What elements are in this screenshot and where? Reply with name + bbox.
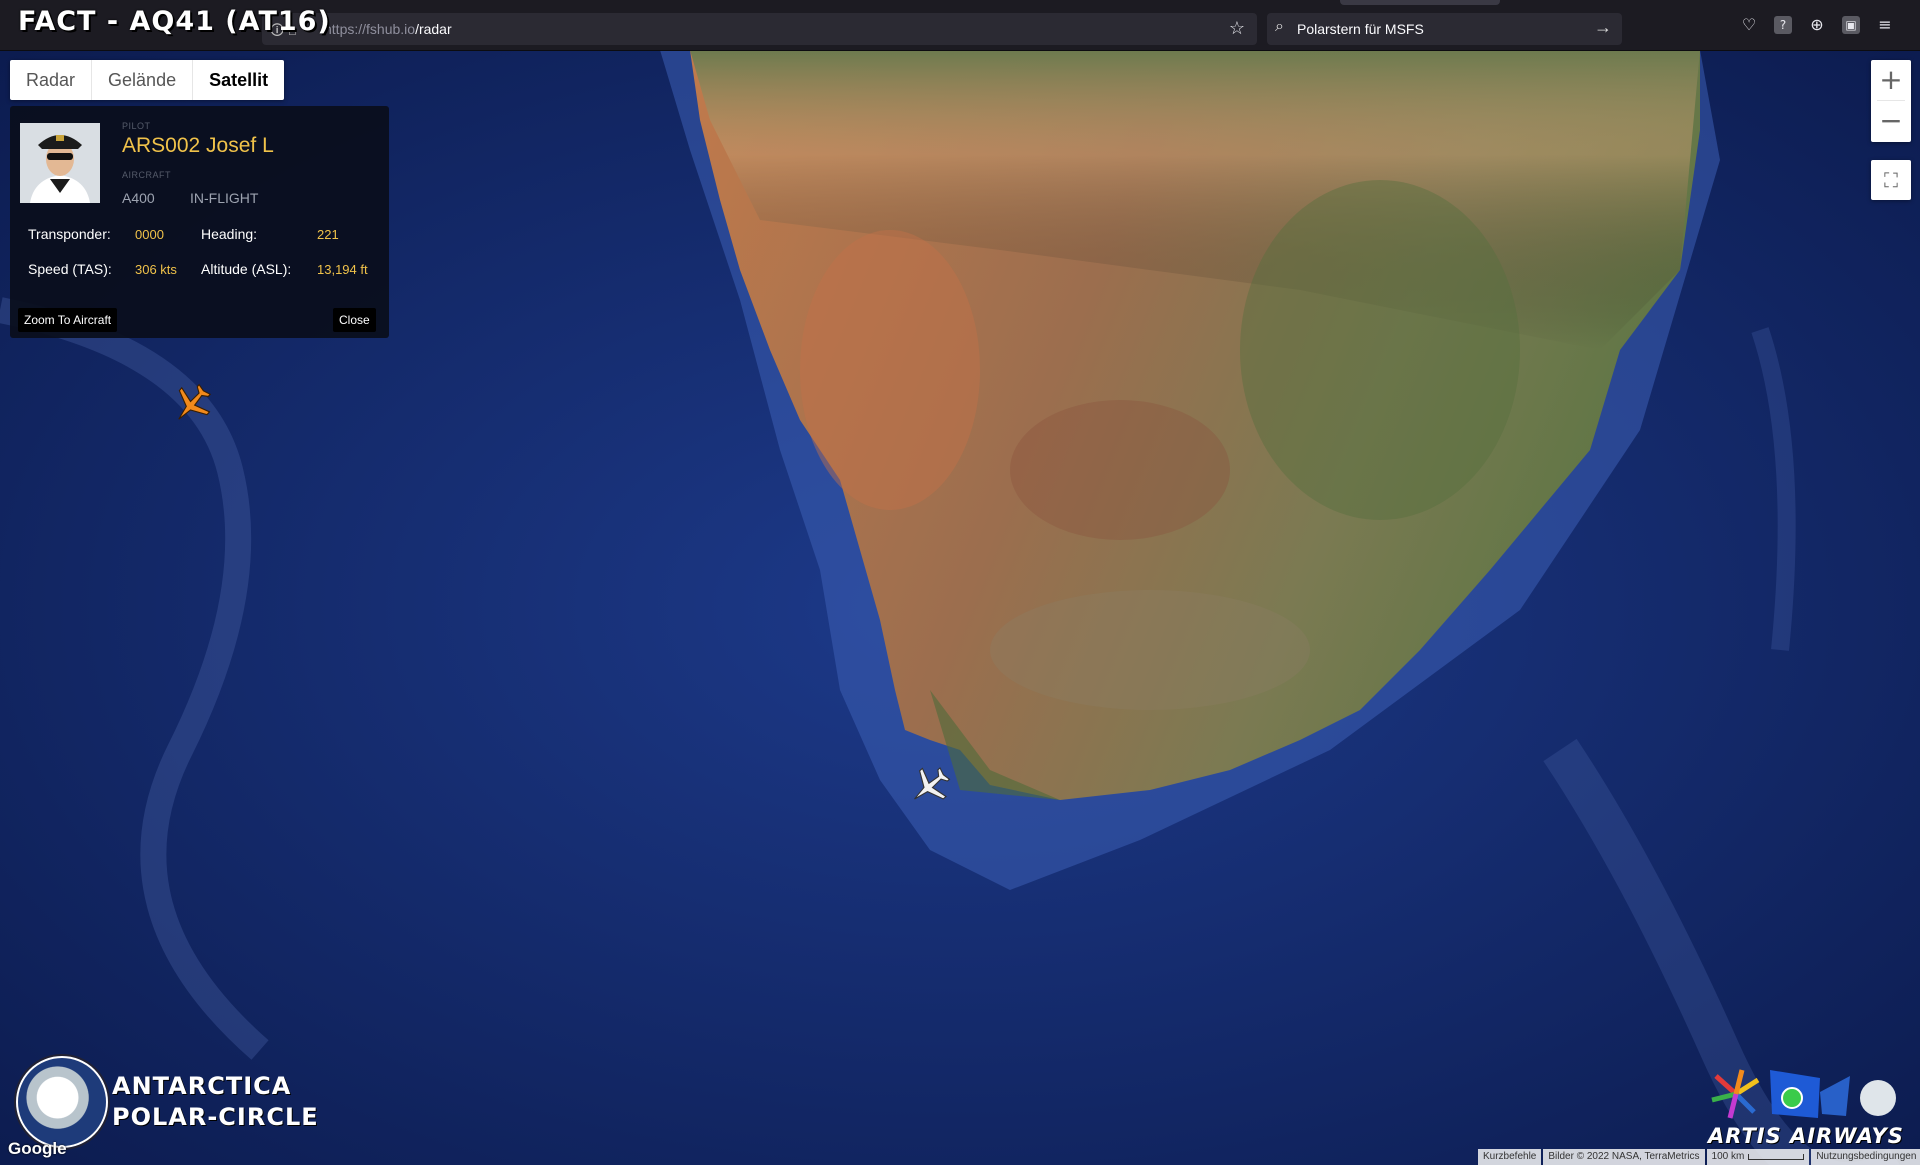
google-logo: Google [8,1139,67,1158]
extension-icon[interactable]: ▣ [1842,16,1860,34]
bookmark-star-icon[interactable]: ☆ [1229,18,1245,39]
altitude-value: 13,194 ft [317,262,368,277]
search-icon: ⌕ [1275,18,1284,35]
search-go-arrow-icon[interactable]: → [1594,17,1612,38]
logo-line-1: ANTARCTICA [112,1072,292,1100]
artis-airways-emblem-icon [1711,1069,1896,1119]
menu-icon[interactable]: ≡ [1874,14,1896,36]
artis-airways-logo: ARTIS AIRWAYS [1700,1062,1915,1152]
zoom-in-button[interactable]: + [1871,60,1911,100]
fullscreen-button[interactable]: ⛶ [1871,160,1911,200]
pilot-label: PILOT [122,121,151,131]
selected-aircraft-icon[interactable] [170,382,214,430]
aircraft-label: AIRCRAFT [122,170,171,180]
close-panel-button[interactable]: Close [333,308,376,332]
help-extension-icon[interactable]: ? [1774,16,1792,34]
pilot-info-panel: PILOT ARS002 Josef L AIRCRAFT A400 IN-FL… [10,106,389,338]
altitude-label: Altitude (ASL): [201,261,292,277]
flight-status: IN-FLIGHT [190,190,259,206]
artis-airways-text: ARTIS AIRWAYS [1708,1124,1904,1148]
scale-bar [1748,1154,1805,1160]
transponder-value: 0000 [135,227,164,242]
map-type-control: Radar Gelände Satellit [10,60,285,100]
pocket-icon[interactable]: ♡ [1738,14,1760,36]
zoom-icon[interactable]: ⊕ [1806,14,1828,36]
imagery-credit: Bilder © 2022 NASA, TerraMetrics [1543,1149,1705,1165]
stream-overlay-title: FACT - AQ41 (AT16) [18,6,331,37]
keyboard-shortcuts-link[interactable]: Kurzbefehle [1478,1149,1542,1165]
map-type-radar[interactable]: Radar [10,60,93,100]
pilot-photo-icon [20,123,100,203]
zoom-out-button[interactable]: − [1871,101,1911,141]
aircraft-icon[interactable] [908,764,952,812]
speed-label: Speed (TAS): [28,261,112,277]
heading-value: 221 [317,227,339,242]
antarctica-globe-icon [16,1056,108,1148]
search-query[interactable]: Polarstern für MSFS [1297,21,1424,37]
heading-label: Heading: [201,226,258,242]
map-type-satellite[interactable]: Satellit [193,60,284,100]
zoom-to-aircraft-button[interactable]: Zoom To Aircraft [18,308,118,332]
speed-value: 306 kts [135,262,177,277]
map-type-terrain[interactable]: Gelände [92,60,194,100]
search-bar[interactable]: ⌕ Polarstern für MSFS → [1267,13,1622,45]
aircraft-type: A400 [122,190,155,206]
logo-line-2: POLAR-CIRCLE [112,1103,319,1131]
map-scale[interactable]: 100 km [1706,1149,1810,1165]
pilot-name: ARS002 Josef L [122,134,274,157]
terms-link[interactable]: Nutzungsbedingungen [1811,1149,1920,1165]
url-text[interactable]: https://fshub.io/radar [324,21,452,37]
map-attribution: Kurzbefehle Bilder © 2022 NASA, TerraMet… [1476,1149,1920,1165]
zoom-control: + − [1871,60,1911,142]
active-tab-indicator[interactable] [1340,0,1500,5]
pilot-avatar [20,123,100,203]
transponder-label: Transponder: [28,226,111,242]
scale-label: 100 km [1711,1151,1745,1162]
url-bar[interactable]: 🛈 ⌂ https://fshub.io/radar ☆ [262,13,1257,45]
